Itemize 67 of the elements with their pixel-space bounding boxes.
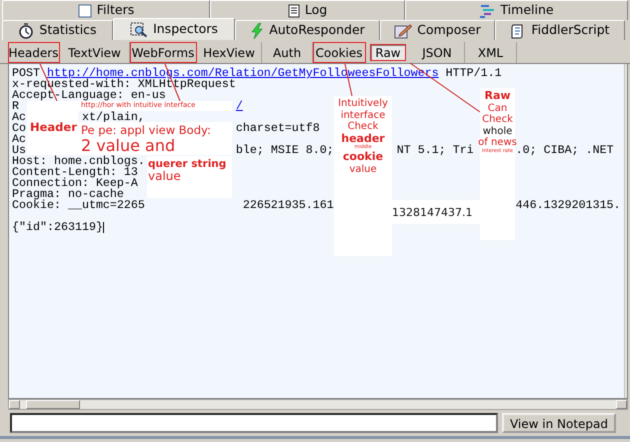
annotation-text: cookie [342,150,384,164]
vertical-scrollbar[interactable] [624,64,627,398]
annotation-text: Header [30,121,75,135]
tab[interactable]: WebForms [130,42,197,63]
raw-text: .0; CIBA; .NET [516,145,614,156]
raw-text: 446.1329201315. [516,200,621,211]
tab[interactable]: Raw [370,44,406,61]
tab[interactable]: Cookies [313,42,366,63]
magnifier-icon [130,22,148,38]
raw-text: Co [12,123,26,134]
tab[interactable]: Auth [262,42,313,63]
annotation-text: Intuitively [338,98,388,110]
raw-text: charset=utf8 [236,123,320,134]
annotation-text: of news [478,137,517,148]
annotation-text: Raw [484,90,511,103]
tab[interactable]: Headers [8,42,60,63]
annotation-text: 2 value and [81,137,176,156]
tab[interactable]: TextView [60,42,130,63]
annotation-text: Check [482,114,513,126]
raw-text: {"id":263119} [12,222,103,233]
text-cursor [102,222,104,233]
raw-text: R [12,101,19,112]
raw-text: Host: home.cnblogs. [12,156,145,167]
raw-text: Ac [12,112,26,123]
raw-text: Ac [12,134,26,145]
url-link[interactable]: / [236,101,243,112]
raw-text: 226521935.161 [242,200,334,211]
tab[interactable]: XML [465,42,517,63]
tab[interactable]: HexView [197,42,262,63]
raw-text: xt/plain, [82,112,145,123]
tab[interactable]: FiddlerScript [495,20,625,40]
tab[interactable]: JSON [410,42,465,63]
annotation-text: Can [488,102,508,114]
raw-text: HTTP/1.1 [446,68,502,79]
annotation-text: querer string [148,158,228,170]
raw-text: Connection: Keep-A [12,178,138,189]
raw-text: POST [12,68,40,79]
raw-text: Us [12,145,26,156]
raw-text: ble; MSIE 8.0; [236,145,334,156]
tab[interactable]: Log [210,0,405,20]
tab[interactable]: Composer [380,20,495,40]
stopwatch-icon [18,22,34,38]
pencil-icon [394,22,412,38]
annotation-text: whole [482,126,512,137]
checkbox-icon [78,4,92,18]
tab[interactable]: Inspectors [113,18,235,40]
raw-text: Pragma: no-cache [12,189,124,200]
annotation-text: value [148,170,181,184]
timeline-icon [479,4,496,18]
annotation-text: value [349,164,377,176]
view-in-notepad-button[interactable]: View in Notepad [502,413,616,433]
annotation-text: Pe pe: appl view Body: [81,124,212,138]
find-field[interactable] [10,413,498,433]
raw-text: Cookie: __utmc=2265 [12,200,145,211]
tab[interactable]: Statistics [2,20,113,40]
tab[interactable]: AutoResponder [235,20,380,40]
tab[interactable]: Timeline [405,0,628,20]
raw-text: Content-Length: 13 [12,167,138,178]
horizontal-scrollbar[interactable] [8,399,628,410]
annotation-text: interface [340,110,386,121]
raw-text: NT 5.1; Tri [396,145,474,156]
annotation-text: Check [348,121,378,132]
tab[interactable]: Filters [2,0,210,20]
annotation-text: 1328147437.1 [392,206,474,220]
document-icon [288,4,300,18]
lightning-icon [250,22,264,38]
annotation-text: header [341,132,385,144]
